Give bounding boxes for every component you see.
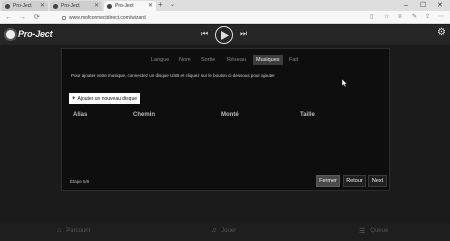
instruction-text: Pour ajouter votre musique, connectez un… <box>71 73 275 78</box>
forward-button[interactable]: → <box>19 13 26 22</box>
lock-icon <box>62 15 66 20</box>
footer-browse[interactable]: ⌂ Parcourir <box>57 227 91 234</box>
step-name: Nom <box>179 57 191 63</box>
column-header-path: Chemin <box>133 112 156 118</box>
address-url: www.mofconnectdirect.com/wizard <box>69 14 146 21</box>
browser-tab-active[interactable]: Pro-Ject ✕ <box>104 1 156 11</box>
add-disk-button[interactable]: + Ajouter un nouveau disque <box>69 93 141 104</box>
logo-disc-icon <box>4 27 17 41</box>
step-output: Sortie <box>201 57 216 63</box>
play-icon <box>221 31 229 40</box>
brand-logo: Pro-Ject <box>4 27 53 41</box>
column-header-size: Taille <box>300 112 315 118</box>
browser-nav-bar: ← → ⟳ www.mofconnectdirect.com/wizard ▯ … <box>0 11 450 24</box>
minimize-button[interactable]: – <box>404 1 408 10</box>
logo-text: Pro-Ject <box>18 29 53 39</box>
wizard-steps: Langue Nom Sortie Réseau Musiques Fait <box>62 55 391 65</box>
tab-favicon-icon <box>5 3 10 9</box>
next-track-icon[interactable]: ⏭ <box>240 29 247 39</box>
share-icon[interactable]: ⇪ <box>425 14 430 21</box>
tab-favicon-icon <box>107 3 112 9</box>
browser-tab[interactable]: Pro-Ject ✕ <box>2 1 48 11</box>
refresh-button[interactable]: ⟳ <box>34 13 40 22</box>
tab-close-icon[interactable]: ✕ <box>94 2 99 9</box>
column-header-alias: Alias <box>73 112 88 118</box>
tab-title: Pro-Ject <box>61 3 80 9</box>
tab-close-icon[interactable]: ✕ <box>148 2 153 9</box>
footer-queue-label: Queue <box>370 228 389 234</box>
step-music-active: Musiques <box>253 55 283 65</box>
footer-browse-label: Parcourir <box>66 227 91 234</box>
back-step-button[interactable]: Retour <box>343 175 366 187</box>
hub-icon[interactable]: ≡ <box>398 14 402 21</box>
step-language: Langue <box>151 57 170 63</box>
notes-icon[interactable]: ✎ <box>412 14 417 21</box>
column-header-mounted: Monté <box>221 112 239 118</box>
setup-wizard-dialog: Langue Nom Sortie Réseau Musiques Fait P… <box>61 48 390 191</box>
step-done: Fait <box>289 57 299 63</box>
tab-title: Pro-Ject <box>115 3 134 9</box>
plus-icon: + <box>72 95 76 102</box>
maximize-button[interactable]: ☐ <box>420 1 426 10</box>
tab-close-icon[interactable]: ✕ <box>40 2 45 9</box>
footer-play[interactable]: ♫ Jouer <box>211 227 236 234</box>
step-counter: Étape 5/6 <box>70 179 90 184</box>
browser-tab-bar: Pro-Ject ✕ Pro-Ject ✕ Pro-Ject ✕ + ⌄ – ☐… <box>0 0 450 11</box>
footer-queue[interactable]: ☰ Queue <box>359 227 388 235</box>
settings-gear-icon[interactable]: ⚙ <box>437 27 446 38</box>
tab-list-dropdown-icon[interactable]: ⌄ <box>170 1 175 8</box>
step-network: Réseau <box>227 57 246 63</box>
close-button[interactable]: Fermer <box>316 175 340 187</box>
previous-track-icon[interactable]: ⏮ <box>201 29 208 39</box>
close-window-button[interactable]: ✕ <box>437 1 443 10</box>
mouse-cursor-icon <box>342 79 347 87</box>
new-tab-button[interactable]: + <box>158 0 163 9</box>
favorites-star-icon[interactable]: ☆ <box>384 14 389 21</box>
music-note-icon: ♫ <box>211 227 217 234</box>
address-bar[interactable]: www.mofconnectdirect.com/wizard <box>62 13 302 22</box>
footer-play-label: Jouer <box>221 227 237 234</box>
next-step-button[interactable]: Next <box>368 175 387 187</box>
home-icon: ⌂ <box>57 227 62 234</box>
back-button[interactable]: ← <box>5 13 12 22</box>
browser-tab[interactable]: Pro-Ject ✕ <box>50 1 102 11</box>
queue-list-icon: ☰ <box>359 228 366 235</box>
more-menu-icon[interactable]: ⋯ <box>438 14 444 21</box>
add-disk-label: Ajouter un nouveau disque <box>77 95 138 102</box>
tab-title: Pro-Ject <box>13 3 32 9</box>
reading-view-icon[interactable]: ▯ <box>370 14 373 21</box>
tab-favicon-icon <box>53 3 58 9</box>
play-button[interactable] <box>215 26 233 44</box>
